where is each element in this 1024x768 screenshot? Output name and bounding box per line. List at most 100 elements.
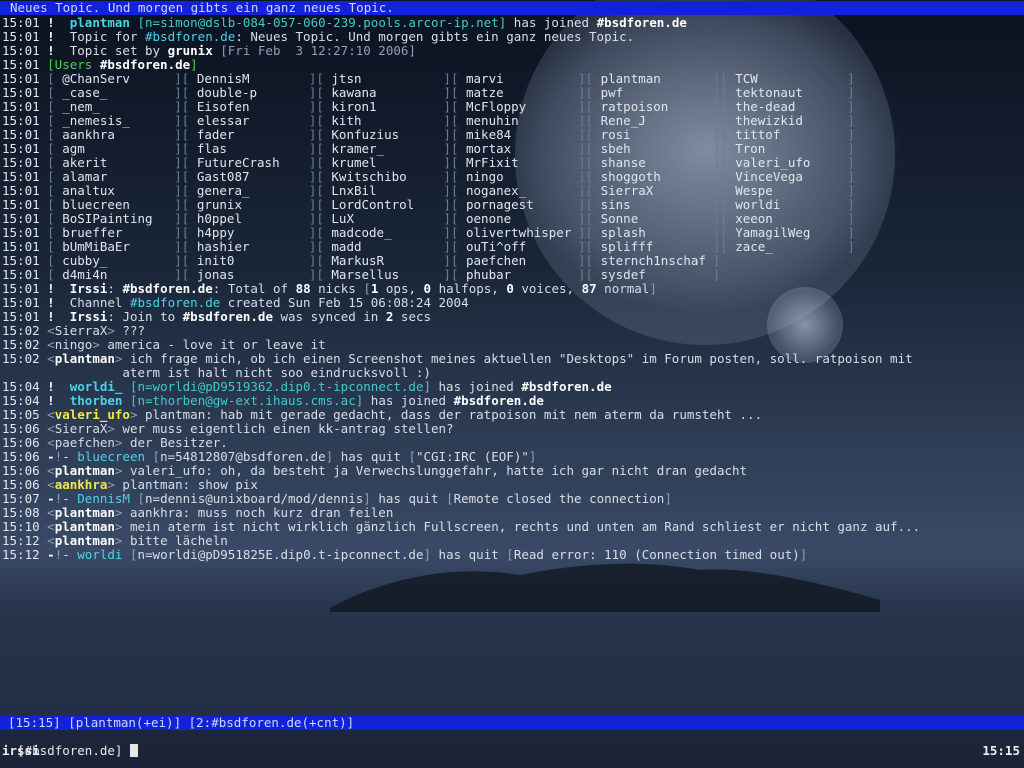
user-entry[interactable]: [ ningo] — [451, 170, 586, 184]
user-entry[interactable]: [ splash] — [586, 226, 721, 240]
user-entry[interactable]: [ thewizkid] — [720, 114, 855, 128]
user-entry[interactable]: [ _case_] — [47, 86, 182, 100]
user-entry[interactable]: [ ouTi^off] — [451, 240, 586, 254]
user-entry[interactable]: [ _nemesis_] — [47, 114, 182, 128]
user-entry[interactable]: [ jonas] — [182, 268, 317, 282]
user-entry[interactable]: [ bUmMiBaEr] — [47, 240, 182, 254]
user-entry[interactable]: [ oenone] — [451, 212, 586, 226]
user-entry[interactable]: [ FutureCrash] — [182, 156, 317, 170]
user-entry[interactable]: [ init0] — [182, 254, 317, 268]
user-entry[interactable]: [ xeeon] — [720, 212, 855, 226]
user-entry[interactable]: [ _nem_] — [47, 100, 182, 114]
user-entry[interactable]: [ flas] — [182, 142, 317, 156]
user-entry[interactable]: [ Wespe] — [720, 184, 855, 198]
user-entry[interactable]: [ krumel] — [316, 156, 451, 170]
user-entry[interactable]: [ akerit] — [47, 156, 182, 170]
user-entry[interactable]: [ fader] — [182, 128, 317, 142]
bracket: ] — [578, 99, 586, 114]
timestamp: 15:01 — [2, 225, 48, 240]
user-entry[interactable]: [ pornagest] — [451, 198, 586, 212]
user-entry[interactable]: [ olivertwhisper] — [451, 226, 586, 240]
user-entry[interactable]: [ double-p] — [182, 86, 317, 100]
user-entry[interactable]: [ d4mi4n] — [47, 268, 182, 282]
user-entry[interactable]: [ mortax] — [451, 142, 586, 156]
user-entry[interactable]: [ rosi] — [586, 128, 721, 142]
user-entry[interactable]: [ shoggoth] — [586, 170, 721, 184]
user-entry[interactable]: [ LordControl] — [316, 198, 451, 212]
user-entry[interactable]: [ plantman] — [586, 72, 721, 86]
user-entry[interactable]: [ Kwitschibo] — [316, 170, 451, 184]
user-entry[interactable]: [ madcode_] — [316, 226, 451, 240]
message-text: Irssi — [69, 309, 108, 324]
bracket: [ — [450, 211, 466, 226]
user-entry[interactable]: [ hashier] — [182, 240, 317, 254]
bracket: ] — [578, 85, 586, 100]
user-entry[interactable]: [ elessar] — [182, 114, 317, 128]
user-entry[interactable]: [ kith] — [316, 114, 451, 128]
user-entry[interactable]: [ cubby_] — [47, 254, 182, 268]
user-entry[interactable]: [ @ChanServ] — [47, 72, 182, 86]
user-entry[interactable]: [ TCW] — [720, 72, 855, 86]
user-entry[interactable]: [ Sonne] — [586, 212, 721, 226]
user-entry[interactable]: [ YamagilWeg] — [720, 226, 855, 240]
bracket: [ — [47, 71, 63, 86]
user-entry[interactable]: [ Gast087] — [182, 170, 317, 184]
user-entry[interactable]: [ Rene_J] — [586, 114, 721, 128]
user-entry[interactable]: [ SierraX] — [586, 184, 721, 198]
user-entry[interactable]: [ analtux] — [47, 184, 182, 198]
user-entry[interactable]: [ worldi] — [720, 198, 855, 212]
user-entry[interactable]: [ sins] — [586, 198, 721, 212]
user-entry[interactable]: [ paefchen] — [451, 254, 586, 268]
user-entry[interactable]: [ DennisM] — [182, 72, 317, 86]
user-entry[interactable]: [ McFloppy] — [451, 100, 586, 114]
user-entry[interactable]: [ bluecreen] — [47, 198, 182, 212]
user-entry[interactable]: [ matze] — [451, 86, 586, 100]
user-entry[interactable]: [ zace_] — [720, 240, 855, 254]
user-entry[interactable]: [ noganex_] — [451, 184, 586, 198]
user-entry[interactable]: [ genera_] — [182, 184, 317, 198]
message-text: voices, — [513, 281, 582, 296]
user-entry[interactable]: [ LnxBil] — [316, 184, 451, 198]
user-entry[interactable]: [ aankhra] — [47, 128, 182, 142]
user-entry[interactable]: [ agm] — [47, 142, 182, 156]
user-entry[interactable]: [ valeri_ufo] — [720, 156, 855, 170]
user-entry[interactable]: [ kawana] — [316, 86, 451, 100]
user-entry[interactable]: [ MrFixit] — [451, 156, 586, 170]
user-nick: init0 — [196, 253, 235, 268]
bracket: ] — [308, 183, 317, 198]
user-entry[interactable]: [ pwf] — [586, 86, 721, 100]
message-text: #bsdforen.de — [182, 309, 273, 324]
user-entry[interactable]: [ LuX] — [316, 212, 451, 226]
user-entry[interactable]: [ Konfuzius] — [316, 128, 451, 142]
message-text: ] — [799, 547, 808, 562]
user-entry[interactable]: [ sbeh] — [586, 142, 721, 156]
user-entry[interactable]: [ madd] — [316, 240, 451, 254]
user-entry[interactable]: [ tektonaut] — [720, 86, 855, 100]
user-entry[interactable]: [ shanse] — [586, 156, 721, 170]
user-entry[interactable]: [ alamar] — [47, 170, 182, 184]
user-entry[interactable]: [ the-dead] — [720, 100, 855, 114]
user-entry[interactable]: [ mike84] — [451, 128, 586, 142]
user-entry[interactable]: [ h4ppy] — [182, 226, 317, 240]
user-entry[interactable]: [ Eisofen] — [182, 100, 317, 114]
user-entry[interactable]: [ Marsellus] — [316, 268, 451, 282]
user-entry[interactable]: [ phubar] — [451, 268, 586, 282]
user-entry[interactable]: [ brueffer] — [47, 226, 182, 240]
user-entry[interactable]: [ menuhin] — [451, 114, 586, 128]
user-entry[interactable]: [ sternch1nschaf] — [586, 254, 721, 268]
user-entry[interactable]: [ h0ppel] — [182, 212, 317, 226]
user-entry[interactable]: [ tittof] — [720, 128, 855, 142]
user-entry[interactable]: [ ratpoison] — [586, 100, 721, 114]
user-entry[interactable]: [ kramer_] — [316, 142, 451, 156]
user-entry[interactable]: [ grunix] — [182, 198, 317, 212]
user-entry[interactable]: [ kiron1] — [316, 100, 451, 114]
user-entry[interactable]: [ jtsn] — [316, 72, 451, 86]
user-entry[interactable]: [ sysdef] — [586, 268, 721, 282]
user-entry[interactable]: [ MarkusR] — [316, 254, 451, 268]
user-entry[interactable]: [ VinceVega] — [720, 170, 855, 184]
user-entry[interactable]: [ BoSIPainting] — [47, 212, 182, 226]
user-entry[interactable]: [ Tron] — [720, 142, 855, 156]
bracket: ] — [578, 71, 586, 86]
user-entry[interactable]: [ marvi] — [451, 72, 586, 86]
user-entry[interactable]: [ splifff] — [586, 240, 721, 254]
